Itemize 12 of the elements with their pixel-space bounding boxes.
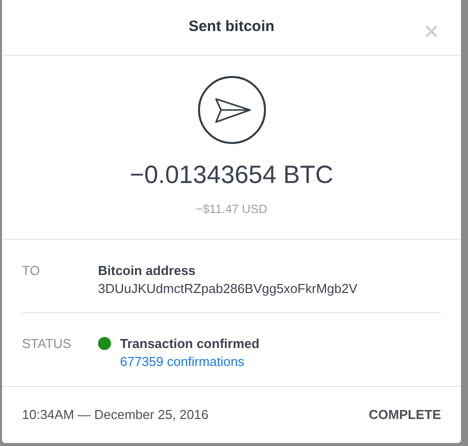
- dialog-title: Sent bitcoin: [188, 17, 274, 38]
- transaction-state: COMPLETE: [368, 406, 441, 424]
- field-title: Bitcoin address: [98, 262, 197, 280]
- confirmations-link[interactable]: 677359 confirmations: [120, 353, 260, 370]
- crypto-amount: −0.01343654 BTC: [130, 160, 334, 190]
- field-title: Transaction confirmed: [120, 335, 260, 353]
- field-label: STATUS: [22, 335, 72, 353]
- timestamp: 10:34AM — December 25, 2016: [22, 406, 208, 424]
- send-icon: [198, 76, 266, 144]
- fiat-amount: −$11.47 USD: [196, 201, 268, 218]
- field-label: TO: [22, 262, 41, 280]
- field-value: 3DUuJKUdmctRZpab286BVgg5xoFkrMgb2V: [98, 280, 358, 297]
